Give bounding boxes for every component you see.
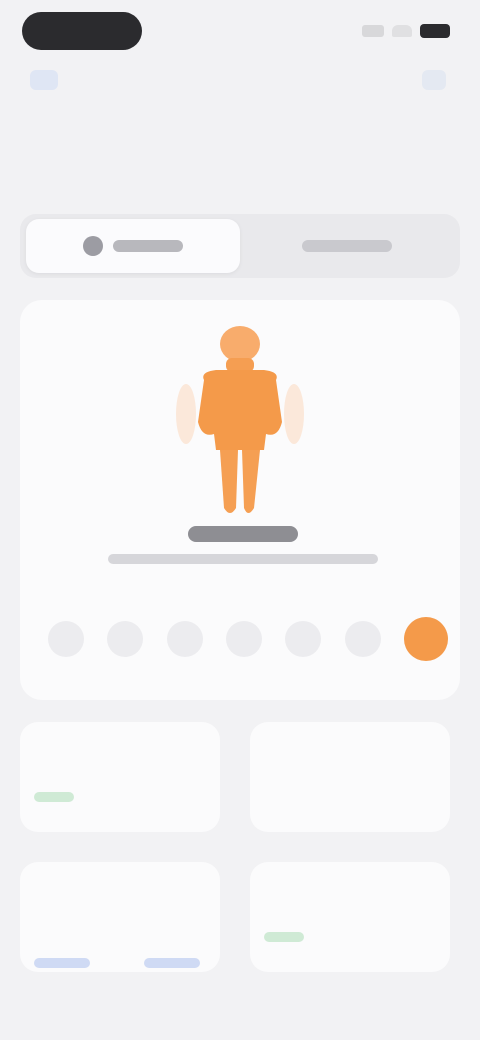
status-icons <box>362 22 450 40</box>
day-7-selected[interactable] <box>403 617 448 661</box>
wifi-icon <box>392 25 412 37</box>
segment-body[interactable] <box>26 219 240 273</box>
battery-icon <box>420 24 450 38</box>
action-link[interactable] <box>34 958 90 968</box>
day-3[interactable] <box>166 621 203 657</box>
day-1[interactable] <box>48 621 84 657</box>
day-selector <box>48 617 448 661</box>
stat-actions <box>34 958 200 968</box>
menu-button[interactable] <box>422 70 446 90</box>
selected-area-label <box>188 526 298 542</box>
body-map-card <box>20 300 460 700</box>
day-4[interactable] <box>225 621 262 657</box>
trend-indicator <box>264 932 304 942</box>
day-6[interactable] <box>344 621 381 657</box>
day-2[interactable] <box>107 621 144 657</box>
signal-icon <box>362 25 384 37</box>
stat-card-1[interactable] <box>20 722 220 832</box>
selected-area-subtitle <box>108 554 378 564</box>
time-pill <box>22 12 142 50</box>
back-button[interactable] <box>30 70 58 90</box>
body-icon <box>83 236 103 256</box>
stat-card-4[interactable] <box>250 862 450 972</box>
trend-indicator <box>34 792 74 802</box>
segment-body-label <box>113 240 183 252</box>
body-figure[interactable] <box>170 322 310 522</box>
stat-card-3[interactable] <box>20 862 220 972</box>
status-bar <box>0 0 480 60</box>
view-segmented-control <box>20 214 460 278</box>
stat-card-2[interactable] <box>250 722 450 832</box>
segment-list-label <box>302 240 392 252</box>
segment-list[interactable] <box>240 219 454 273</box>
day-5[interactable] <box>285 621 322 657</box>
action-link[interactable] <box>144 958 200 968</box>
